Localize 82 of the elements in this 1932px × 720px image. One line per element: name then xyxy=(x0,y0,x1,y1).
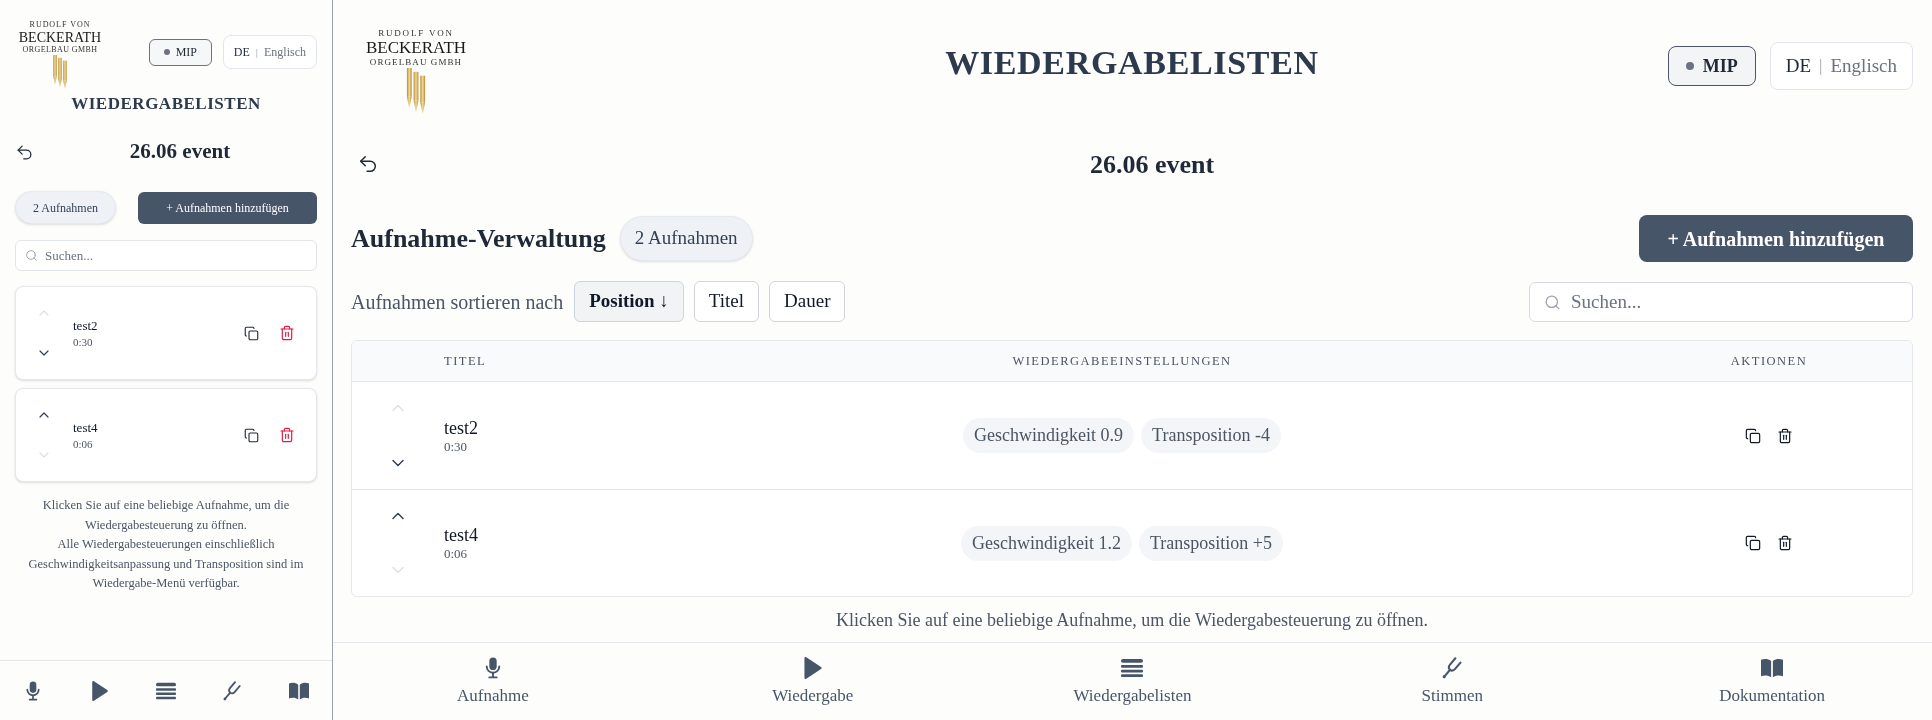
search-field[interactable]: Suchen... xyxy=(1529,281,1913,322)
trash-icon xyxy=(1777,535,1793,551)
sort-option[interactable]: Dauer xyxy=(769,281,846,322)
recording-count-badge: 2 Aufnahmen xyxy=(619,216,753,261)
page-title: WIEDERGABELISTEN xyxy=(945,43,1319,83)
recording-count-badge: 2 Aufnahmen xyxy=(15,191,116,224)
playlist-title: 26.06 event xyxy=(129,138,231,166)
tuning-fork-icon[interactable] xyxy=(1441,657,1464,679)
search-field[interactable]: Suchen... xyxy=(15,240,317,271)
nav-tab[interactable]: Wiedergabelisten xyxy=(972,643,1293,720)
recording-card[interactable]: test2 0:30 xyxy=(15,286,317,380)
section-title: Aufnahme-Verwaltung xyxy=(351,223,606,255)
logo-wordmark: BECKERATH xyxy=(365,39,467,57)
column-header: WIEDERGABEEINSTELLUNGEN xyxy=(1012,352,1232,370)
trash-icon xyxy=(279,325,295,341)
setting-chip: Geschwindigkeit 1.2 xyxy=(961,525,1132,561)
list-icon[interactable] xyxy=(1121,657,1144,679)
recording-title: test4 xyxy=(73,418,98,436)
copy-icon xyxy=(244,325,259,341)
column-header: TITEL xyxy=(444,352,487,370)
recording-title: test2 xyxy=(73,316,98,334)
mip-button[interactable]: MIP xyxy=(148,38,212,66)
help-text: Klicken Sie auf eine beliebige Aufnahme, um die Wiedergabesteuerung zu öffnen. xyxy=(835,609,1429,631)
separator-text: | xyxy=(255,44,258,60)
separator-text: | xyxy=(1819,55,1823,78)
recording-duration: 0:30 xyxy=(444,438,468,455)
setting-chip: Geschwindigkeit 0.9 xyxy=(963,418,1135,453)
logo-tagline: RUDOLF VON xyxy=(29,20,91,30)
copy-icon xyxy=(1745,427,1761,444)
play-icon[interactable] xyxy=(89,680,110,701)
search-icon xyxy=(1544,293,1561,311)
playlist-title: 26.06 event xyxy=(1089,148,1215,181)
logo-wordmark: BECKERATH xyxy=(18,30,102,45)
nav-tab[interactable]: Dokumentation xyxy=(1612,643,1932,720)
setting-chip: Transposition -4 xyxy=(1141,418,1281,453)
book-icon[interactable] xyxy=(288,680,309,701)
sort-label: Aufnahmen sortieren nach xyxy=(351,289,564,315)
recording-duration: 0:06 xyxy=(444,546,468,562)
add-recordings-button[interactable]: + Aufnahmen hinzufügen xyxy=(138,191,317,224)
logo-subtitle: ORGELBAU GMBH xyxy=(22,45,98,55)
book-icon[interactable] xyxy=(1761,657,1784,679)
copy-icon xyxy=(1745,535,1761,551)
language-option[interactable]: Englisch xyxy=(264,43,306,61)
copy-icon xyxy=(244,427,259,443)
logo-subtitle: ORGELBAU GMBH xyxy=(369,57,463,68)
sort-option[interactable]: Position ↓ xyxy=(574,281,684,322)
list-icon[interactable] xyxy=(156,680,176,701)
delete-button[interactable] xyxy=(1777,427,1793,444)
duplicate-button[interactable] xyxy=(1745,427,1761,444)
logo-tagline: RUDOLF VON xyxy=(378,28,454,39)
duplicate-button[interactable] xyxy=(1745,535,1761,551)
recording-title: test4 xyxy=(444,524,478,546)
language-option[interactable]: DE xyxy=(1785,51,1812,81)
trash-icon xyxy=(279,427,295,443)
recording-row[interactable]: test2 0:30 Geschwindigkeit 0.9 Transposition -4 xyxy=(352,382,1912,489)
play-icon[interactable] xyxy=(801,657,824,679)
mip-button[interactable]: MIP xyxy=(1667,46,1756,86)
search-icon xyxy=(25,249,38,262)
page-title: WIEDERGABELISTEN xyxy=(71,93,261,115)
setting-chip: Transposition +5 xyxy=(1139,525,1283,561)
recording-title: test2 xyxy=(444,416,478,439)
column-header: AKTIONEN xyxy=(1730,352,1808,370)
nav-tab[interactable]: Wiedergabe xyxy=(652,643,973,720)
recording-row[interactable]: test4 0:06 Geschwindigkeit 1.2 Transposition +5 xyxy=(352,489,1912,596)
duplicate-button[interactable] xyxy=(244,427,259,443)
recording-card[interactable]: test4 0:06 xyxy=(15,388,317,482)
organ-pipes-icon xyxy=(50,55,70,89)
help-text: Klicken Sie auf eine beliebige Aufnahme, um die Wiedergabesteuerung zu öffnen. xyxy=(41,497,291,534)
nav-tab[interactable]: Aufnahme xyxy=(333,643,653,720)
delete-button[interactable] xyxy=(1777,535,1793,551)
back-icon xyxy=(357,153,379,175)
recording-duration: 0:30 xyxy=(73,334,93,350)
language-option[interactable]: Englisch xyxy=(1830,51,1897,81)
nav-tab[interactable]: Stimmen xyxy=(1292,643,1613,720)
recording-duration: 0:06 xyxy=(73,436,93,452)
language-option[interactable]: DE xyxy=(233,43,250,61)
sort-option[interactable]: Titel xyxy=(693,281,760,322)
tuning-fork-icon[interactable] xyxy=(222,680,243,701)
duplicate-button[interactable] xyxy=(244,325,259,341)
trash-icon xyxy=(1777,427,1793,444)
add-recordings-button[interactable]: + Aufnahmen hinzufügen xyxy=(1639,215,1913,262)
help-text: Alle Wiedergabesteuerungen einschließlich Geschwindigkeitsanpassung und Transposition sind im Wiedergabe-Menü verfügbar. xyxy=(27,536,305,592)
